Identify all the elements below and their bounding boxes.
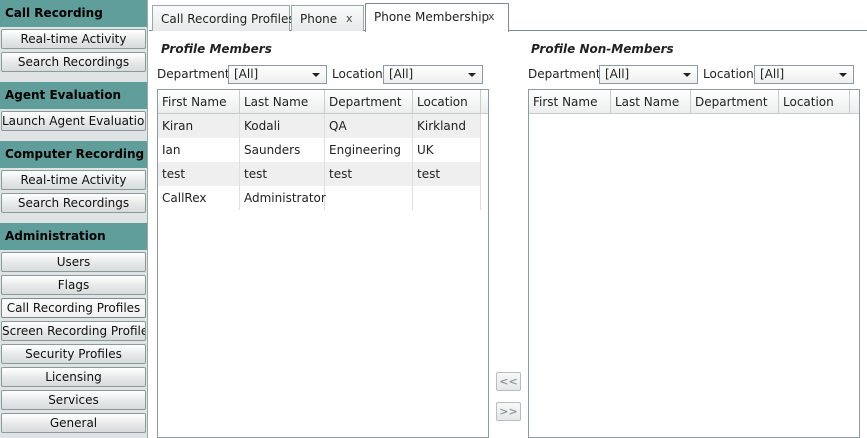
sidebar-item-computer-realtime-activity[interactable]: Real-time Activity — [1, 170, 146, 190]
tab-phone-membership[interactable]: Phone Membership x — [365, 3, 509, 32]
sidebar-item-launch-agent-evaluation[interactable]: Launch Agent Evaluation — [1, 111, 146, 131]
members-location-label: Location — [332, 67, 383, 81]
column-header-department[interactable]: Department — [325, 90, 413, 114]
cell-first-name: Kiran — [158, 114, 240, 138]
sidebar-item-licensing[interactable]: Licensing — [1, 367, 146, 387]
column-header-last-name[interactable]: Last Name — [611, 90, 691, 114]
close-icon[interactable]: x — [488, 10, 495, 23]
cell-location — [413, 186, 481, 210]
tab-label: Call Recording Profiles — [161, 12, 295, 26]
table-row[interactable]: CallRex Administrator — [158, 186, 481, 210]
members-department-select[interactable]: [All] — [228, 65, 327, 84]
section-header-computer-recording: Computer Recording — [0, 141, 147, 168]
chevron-down-icon — [468, 73, 476, 77]
sidebar-item-security-profiles[interactable]: Security Profiles — [1, 344, 146, 364]
column-header-location[interactable]: Location — [779, 90, 850, 114]
nonmembers-department-select[interactable]: [All] — [599, 65, 698, 84]
select-value: [All] — [389, 67, 414, 81]
members-department-label: Department — [157, 67, 230, 81]
cell-location: test — [413, 162, 481, 186]
table-row[interactable]: test test test test — [158, 162, 481, 186]
nonmembers-department-label: Department — [528, 67, 601, 81]
column-header-department[interactable]: Department — [691, 90, 779, 114]
select-value: [All] — [760, 67, 785, 81]
add-member-button[interactable]: << — [496, 372, 521, 391]
sidebar-item-flags[interactable]: Flags — [1, 275, 146, 295]
cell-last-name: Saunders — [240, 138, 325, 162]
sidebar-item-general[interactable]: General — [1, 413, 146, 433]
sidebar-item-services[interactable]: Services — [1, 390, 146, 410]
nonmembers-title: Profile Non-Members — [531, 42, 674, 56]
cell-first-name: CallRex — [158, 186, 240, 210]
members-grid: First Name Last Name Department Location… — [157, 89, 489, 438]
cell-department: test — [325, 162, 413, 186]
nonmembers-grid: First Name Last Name Department Location — [528, 89, 860, 438]
sidebar-item-call-realtime-activity[interactable]: Real-time Activity — [1, 29, 146, 49]
members-location-select[interactable]: [All] — [383, 65, 483, 84]
column-header-last-name[interactable]: Last Name — [240, 90, 325, 114]
cell-first-name: Ian — [158, 138, 240, 162]
sidebar-item-screen-recording-profiles[interactable]: Screen Recording Profiles — [1, 321, 146, 341]
section-header-administration: Administration — [0, 223, 147, 250]
chevron-down-icon — [839, 73, 847, 77]
sidebar-item-computer-search-recordings[interactable]: Search Recordings — [1, 193, 146, 213]
column-header-first-name[interactable]: First Name — [158, 90, 240, 114]
table-row[interactable]: Ian Saunders Engineering UK — [158, 138, 481, 162]
members-grid-header: First Name Last Name Department Location — [158, 90, 488, 114]
sidebar: Call Recording Real-time Activity Search… — [0, 0, 148, 438]
cell-last-name: Administrator — [240, 186, 326, 210]
section-header-agent-evaluation: Agent Evaluation — [0, 82, 147, 109]
cell-location: Kirkland — [413, 114, 481, 138]
members-title: Profile Members — [161, 42, 272, 56]
tab-label: Phone — [300, 12, 338, 26]
cell-location: UK — [413, 138, 481, 162]
chevron-down-icon — [683, 73, 691, 77]
nonmembers-grid-header: First Name Last Name Department Location — [529, 90, 859, 114]
cell-department — [325, 186, 413, 210]
tab-call-recording-profiles[interactable]: Call Recording Profiles — [152, 5, 295, 31]
column-header-first-name[interactable]: First Name — [529, 90, 611, 114]
cell-department: Engineering — [325, 138, 413, 162]
cell-last-name: Kodali — [240, 114, 325, 138]
tab-label: Phone Membership — [374, 10, 490, 24]
table-row[interactable]: Kiran Kodali QA Kirkland — [158, 114, 481, 138]
remove-member-button[interactable]: >> — [496, 402, 521, 421]
sidebar-item-call-search-recordings[interactable]: Search Recordings — [1, 52, 146, 72]
select-value: [All] — [234, 67, 259, 81]
chevron-down-icon — [312, 73, 320, 77]
select-value: [All] — [605, 67, 630, 81]
column-header-location[interactable]: Location — [413, 90, 481, 114]
sidebar-item-call-recording-profiles[interactable]: Call Recording Profiles — [1, 298, 146, 318]
nonmembers-location-select[interactable]: [All] — [754, 65, 854, 84]
tab-bar: Call Recording Profiles Phone x Phone Me… — [149, 0, 867, 32]
tab-phone[interactable]: Phone x — [291, 5, 364, 31]
cell-department: QA — [325, 114, 413, 138]
section-header-call-recording: Call Recording — [0, 0, 147, 27]
nonmembers-location-label: Location — [703, 67, 754, 81]
sidebar-item-users[interactable]: Users — [1, 252, 146, 272]
close-icon[interactable]: x — [346, 12, 353, 25]
cell-first-name: test — [158, 162, 240, 186]
cell-last-name: test — [240, 162, 325, 186]
